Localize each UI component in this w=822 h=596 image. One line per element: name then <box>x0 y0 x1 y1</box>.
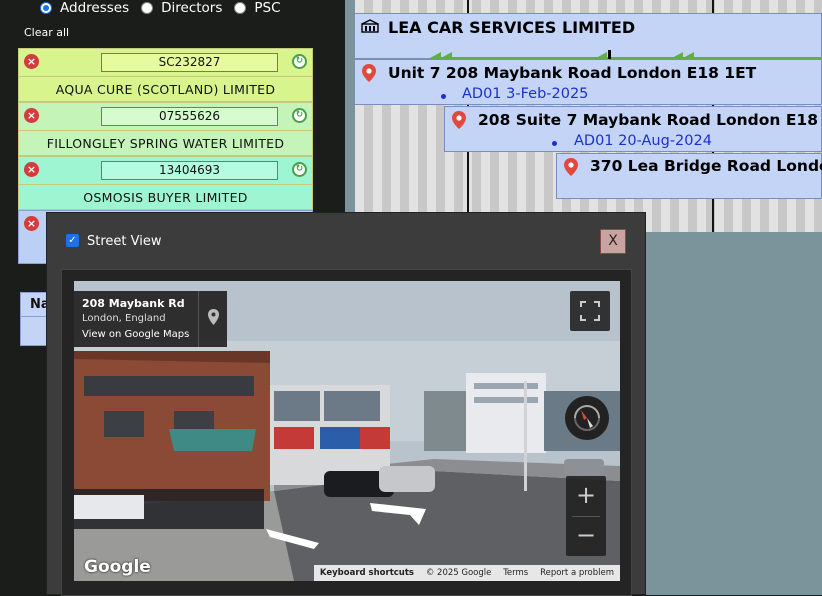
map-pin-icon <box>564 158 578 176</box>
company-number: 07555626 <box>101 107 278 126</box>
refresh-icon[interactable]: ↻ <box>292 108 307 123</box>
radio-addresses-label[interactable]: Addresses <box>60 0 129 16</box>
street-view-photo[interactable]: 208 Maybank Rd London, England View on G… <box>74 281 620 581</box>
place-subtitle: London, England <box>82 313 166 324</box>
address-text[interactable]: Unit 7 208 Maybank Road London E18 1ET <box>388 64 756 82</box>
company-name[interactable]: AQUA CURE (SCOTLAND) LIMITED <box>19 76 312 102</box>
address-text[interactable]: 208 Suite 7 Maybank Road London E18 <box>478 111 818 129</box>
location-pin-button[interactable] <box>198 291 227 347</box>
close-button[interactable]: X <box>600 229 626 254</box>
keyboard-shortcuts-link[interactable]: Keyboard shortcuts <box>320 568 414 578</box>
place-title: 208 Maybank Rd <box>82 297 185 310</box>
radio-psc-dot[interactable] <box>234 2 247 14</box>
change-dot <box>552 141 557 146</box>
company-entry: × 13404693 ↻ OSMOSIS BUYER LIMITED <box>18 156 313 210</box>
street-view-label[interactable]: Street View <box>87 234 161 249</box>
zoom-control: + − <box>566 476 606 556</box>
copyright-text: © 2025 Google <box>425 568 492 578</box>
company-entry: × 07555626 ↻ FILLONGLEY SPRING WATER LIM… <box>18 102 313 156</box>
google-maps-link[interactable]: View on Google Maps <box>82 329 189 340</box>
table-header-name[interactable]: Na <box>21 293 50 317</box>
company-number: 13404693 <box>101 161 278 180</box>
radio-psc[interactable]: PSC <box>234 0 281 16</box>
street-view-checkbox[interactable]: ✓ <box>66 234 79 247</box>
remove-icon[interactable]: × <box>24 216 39 231</box>
company-title[interactable]: LEA CAR SERVICES LIMITED <box>388 18 635 37</box>
company-name[interactable]: OSMOSIS BUYER LIMITED <box>19 184 312 210</box>
radio-directors-dot[interactable] <box>141 2 154 14</box>
company-number: SC232827 <box>101 53 278 72</box>
compass-icon <box>574 405 600 431</box>
clear-all-link[interactable]: Clear all <box>24 26 69 39</box>
company-building-icon <box>361 19 379 33</box>
radio-addresses-dot[interactable] <box>40 2 52 14</box>
fullscreen-icon <box>580 301 600 321</box>
zoom-out-button[interactable]: − <box>566 516 606 556</box>
location-pin-icon <box>208 309 219 325</box>
address-change-tag[interactable]: AD01 3-Feb-2025 <box>462 86 588 102</box>
radio-directors[interactable]: Directors <box>141 0 222 16</box>
company-name[interactable]: FILLONGLEY SPRING WATER LIMITED <box>19 130 312 156</box>
map-footer: Keyboard shortcuts © 2025 Google Terms R… <box>314 565 620 581</box>
remove-icon[interactable]: × <box>24 54 39 69</box>
terms-link[interactable]: Terms <box>503 568 528 578</box>
refresh-icon[interactable]: ↻ <box>292 162 307 177</box>
address-change-tag[interactable]: AD01 20-Aug-2024 <box>574 133 712 149</box>
remove-icon[interactable]: × <box>24 108 39 123</box>
compass-button[interactable] <box>565 396 609 440</box>
street-view-dialog: ✓ Street View X 208 Maybank Rd London, E… <box>46 212 646 596</box>
street-view-info-box: 208 Maybank Rd London, England View on G… <box>74 291 227 347</box>
map-pin-icon <box>362 64 376 82</box>
report-problem-link[interactable]: Report a problem <box>540 568 614 578</box>
radio-psc-label[interactable]: PSC <box>254 0 280 16</box>
google-logo: Google <box>84 557 151 577</box>
map-pin-icon <box>452 111 466 129</box>
fullscreen-button[interactable] <box>570 291 610 331</box>
company-entry: × SC232827 ↻ AQUA CURE (SCOTLAND) LIMITE… <box>18 48 313 102</box>
address-text[interactable]: 370 Lea Bridge Road Londo <box>590 157 822 175</box>
zoom-in-button[interactable]: + <box>566 476 606 516</box>
radio-addresses[interactable]: Addresses <box>40 0 129 16</box>
remove-icon[interactable]: × <box>24 162 39 177</box>
refresh-icon[interactable]: ↻ <box>292 54 307 69</box>
radio-directors-label[interactable]: Directors <box>161 0 222 16</box>
change-dot <box>441 94 446 99</box>
search-mode-radios: Addresses Directors PSC <box>40 0 293 16</box>
